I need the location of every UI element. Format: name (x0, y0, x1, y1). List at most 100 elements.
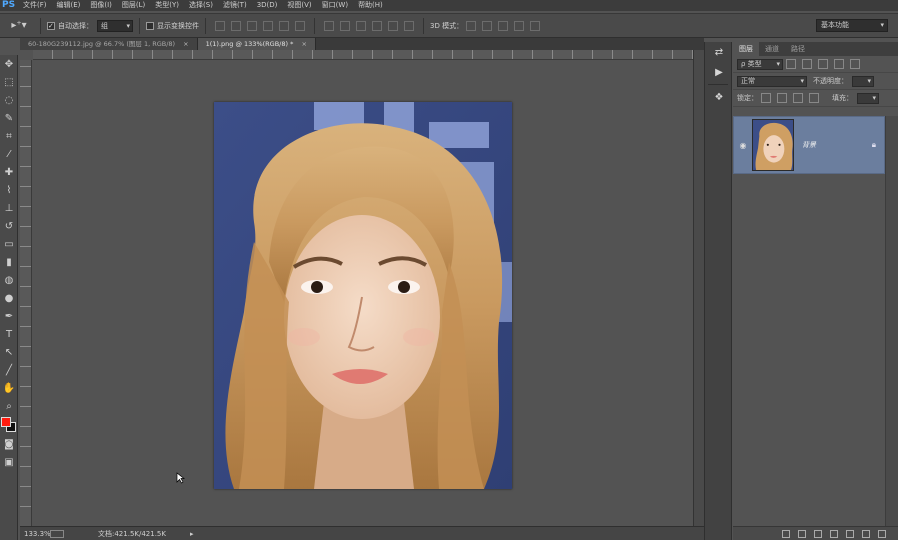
line-tool-icon[interactable]: ╱ (0, 361, 18, 379)
path-select-tool-icon[interactable]: ↖ (0, 343, 18, 361)
3d-rotate-icon[interactable] (466, 20, 477, 31)
adjustment-layer-icon[interactable] (830, 529, 838, 538)
align-hcenter-icon[interactable] (279, 20, 289, 31)
3d-slide-icon[interactable] (514, 20, 525, 31)
menu-image[interactable]: 图像(I) (85, 0, 117, 11)
workspace-dropdown[interactable]: 基本功能 (816, 19, 888, 32)
history-panel-icon[interactable]: ⇄ (705, 42, 733, 62)
filter-smart-object-icon[interactable] (850, 59, 860, 69)
hand-tool-icon[interactable]: ✋ (0, 379, 18, 397)
menu-window[interactable]: 窗口(W) (317, 0, 353, 11)
layer-name[interactable]: 背景 (802, 140, 816, 150)
tab-layers[interactable]: 图层 (733, 42, 759, 56)
clone-stamp-tool-icon[interactable]: ⊥ (0, 199, 18, 217)
menu-3d[interactable]: 3D(D) (252, 0, 283, 11)
divider (40, 17, 41, 34)
align-right-icon[interactable] (295, 20, 305, 31)
distribute-vcenter-icon[interactable] (340, 20, 350, 31)
status-menu-arrow-icon[interactable]: ▸ (190, 530, 194, 538)
tab-paths[interactable]: 路径 (785, 42, 811, 56)
lasso-tool-icon[interactable]: ◌ (0, 91, 18, 109)
menu-layer[interactable]: 图层(L) (117, 0, 150, 11)
pen-tool-icon[interactable]: ✒ (0, 307, 18, 325)
zoom-level[interactable]: 133.3% (20, 530, 51, 538)
blend-mode-dropdown[interactable]: 正常 (737, 75, 807, 87)
menu-help[interactable]: 帮助(H) (353, 0, 388, 11)
distribute-right-icon[interactable] (404, 20, 414, 31)
menu-edit[interactable]: 编辑(E) (52, 0, 86, 11)
layer-filter-dropdown[interactable]: ρ 类型 (737, 58, 783, 70)
filter-adjustment-icon[interactable] (802, 59, 812, 69)
screen-mode-icon[interactable]: ▣ (0, 453, 18, 471)
zoom-preview-icon[interactable] (50, 529, 64, 538)
menu-bar: PS 文件(F) 编辑(E) 图像(I) 图层(L) 类型(Y) 选择(S) 滤… (0, 0, 898, 11)
history-brush-tool-icon[interactable]: ↺ (0, 217, 18, 235)
layer-row[interactable]: ◉ 背景 🔒︎ (733, 116, 885, 174)
color-swatches[interactable] (0, 415, 18, 435)
canvas-area[interactable] (33, 60, 693, 526)
align-top-icon[interactable] (215, 20, 225, 31)
lock-all-icon[interactable] (809, 93, 819, 103)
marquee-tool-icon[interactable]: ⬚ (0, 73, 18, 91)
distribute-hcenter-icon[interactable] (388, 20, 398, 31)
opacity-input[interactable] (852, 75, 874, 87)
show-transform-checkbox[interactable] (146, 21, 154, 30)
align-left-icon[interactable] (263, 20, 273, 31)
tab-document-1[interactable]: 60-180G239112.jpg @ 66.7% (图层 1, RGB/8) … (20, 38, 198, 50)
new-group-icon[interactable] (846, 529, 854, 538)
delete-layer-icon[interactable] (878, 529, 886, 538)
filter-type-icon[interactable] (818, 59, 828, 69)
auto-select-checkbox[interactable] (47, 21, 55, 30)
distribute-bottom-icon[interactable] (356, 20, 366, 31)
layers-scrollbar[interactable] (885, 116, 898, 526)
align-vcenter-icon[interactable] (231, 20, 241, 31)
fill-input[interactable] (857, 92, 879, 104)
eraser-tool-icon[interactable]: ▭ (0, 235, 18, 253)
tab-document-2[interactable]: 1(1).png @ 133%(RGB/8) * × (197, 38, 316, 50)
close-icon[interactable]: × (183, 40, 188, 48)
healing-brush-tool-icon[interactable]: ✚ (0, 163, 18, 181)
adjustments-panel-icon[interactable]: ❖ (705, 87, 733, 107)
distribute-top-icon[interactable] (324, 20, 334, 31)
distribute-left-icon[interactable] (372, 20, 382, 31)
tab-channels[interactable]: 通道 (759, 42, 785, 56)
3d-roll-icon[interactable] (482, 20, 493, 31)
canvas-vertical-scrollbar[interactable] (693, 50, 704, 526)
lock-image-icon[interactable] (777, 93, 787, 103)
3d-drag-icon[interactable] (498, 20, 509, 31)
layer-style-icon[interactable] (798, 529, 806, 538)
document-image[interactable] (214, 102, 512, 489)
menu-filter[interactable]: 滤镜(T) (218, 0, 252, 11)
divider (423, 17, 424, 34)
lock-transparent-icon[interactable] (761, 93, 771, 103)
menu-view[interactable]: 视图(V) (282, 0, 316, 11)
foreground-color-swatch[interactable] (1, 417, 11, 427)
visibility-eye-icon[interactable]: ◉ (734, 141, 752, 150)
close-icon[interactable]: × (301, 40, 306, 48)
3d-scale-icon[interactable] (530, 20, 541, 31)
brush-tool-icon[interactable]: ⌇ (0, 181, 18, 199)
menu-type[interactable]: 类型(Y) (150, 0, 184, 11)
gradient-tool-icon[interactable]: ▮ (0, 253, 18, 271)
menu-file[interactable]: 文件(F) (18, 0, 52, 11)
dodge-tool-icon[interactable]: ● (0, 289, 18, 307)
quick-select-tool-icon[interactable]: ✎ (0, 109, 18, 127)
quick-mask-icon[interactable]: ◙ (0, 435, 18, 453)
new-layer-icon[interactable] (862, 529, 870, 538)
filter-pixel-icon[interactable] (786, 59, 796, 69)
crop-tool-icon[interactable]: ⌗ (0, 127, 18, 145)
move-tool-preset-icon[interactable]: ▸⁺▾ (4, 18, 34, 34)
auto-select-dropdown[interactable]: 组 (97, 19, 133, 32)
blur-tool-icon[interactable]: ◍ (0, 271, 18, 289)
menu-select[interactable]: 选择(S) (184, 0, 218, 11)
filter-shape-icon[interactable] (834, 59, 844, 69)
zoom-tool-icon[interactable]: ⌕ (0, 397, 18, 415)
add-mask-icon[interactable] (814, 529, 822, 538)
link-layers-icon[interactable] (782, 529, 790, 538)
actions-panel-icon[interactable]: ▶ (705, 62, 733, 82)
move-tool-icon[interactable]: ✥ (0, 55, 18, 73)
lock-position-icon[interactable] (793, 93, 803, 103)
type-tool-icon[interactable]: T (0, 325, 18, 343)
eyedropper-tool-icon[interactable]: ⁄ (0, 145, 18, 163)
align-bottom-icon[interactable] (247, 20, 257, 31)
